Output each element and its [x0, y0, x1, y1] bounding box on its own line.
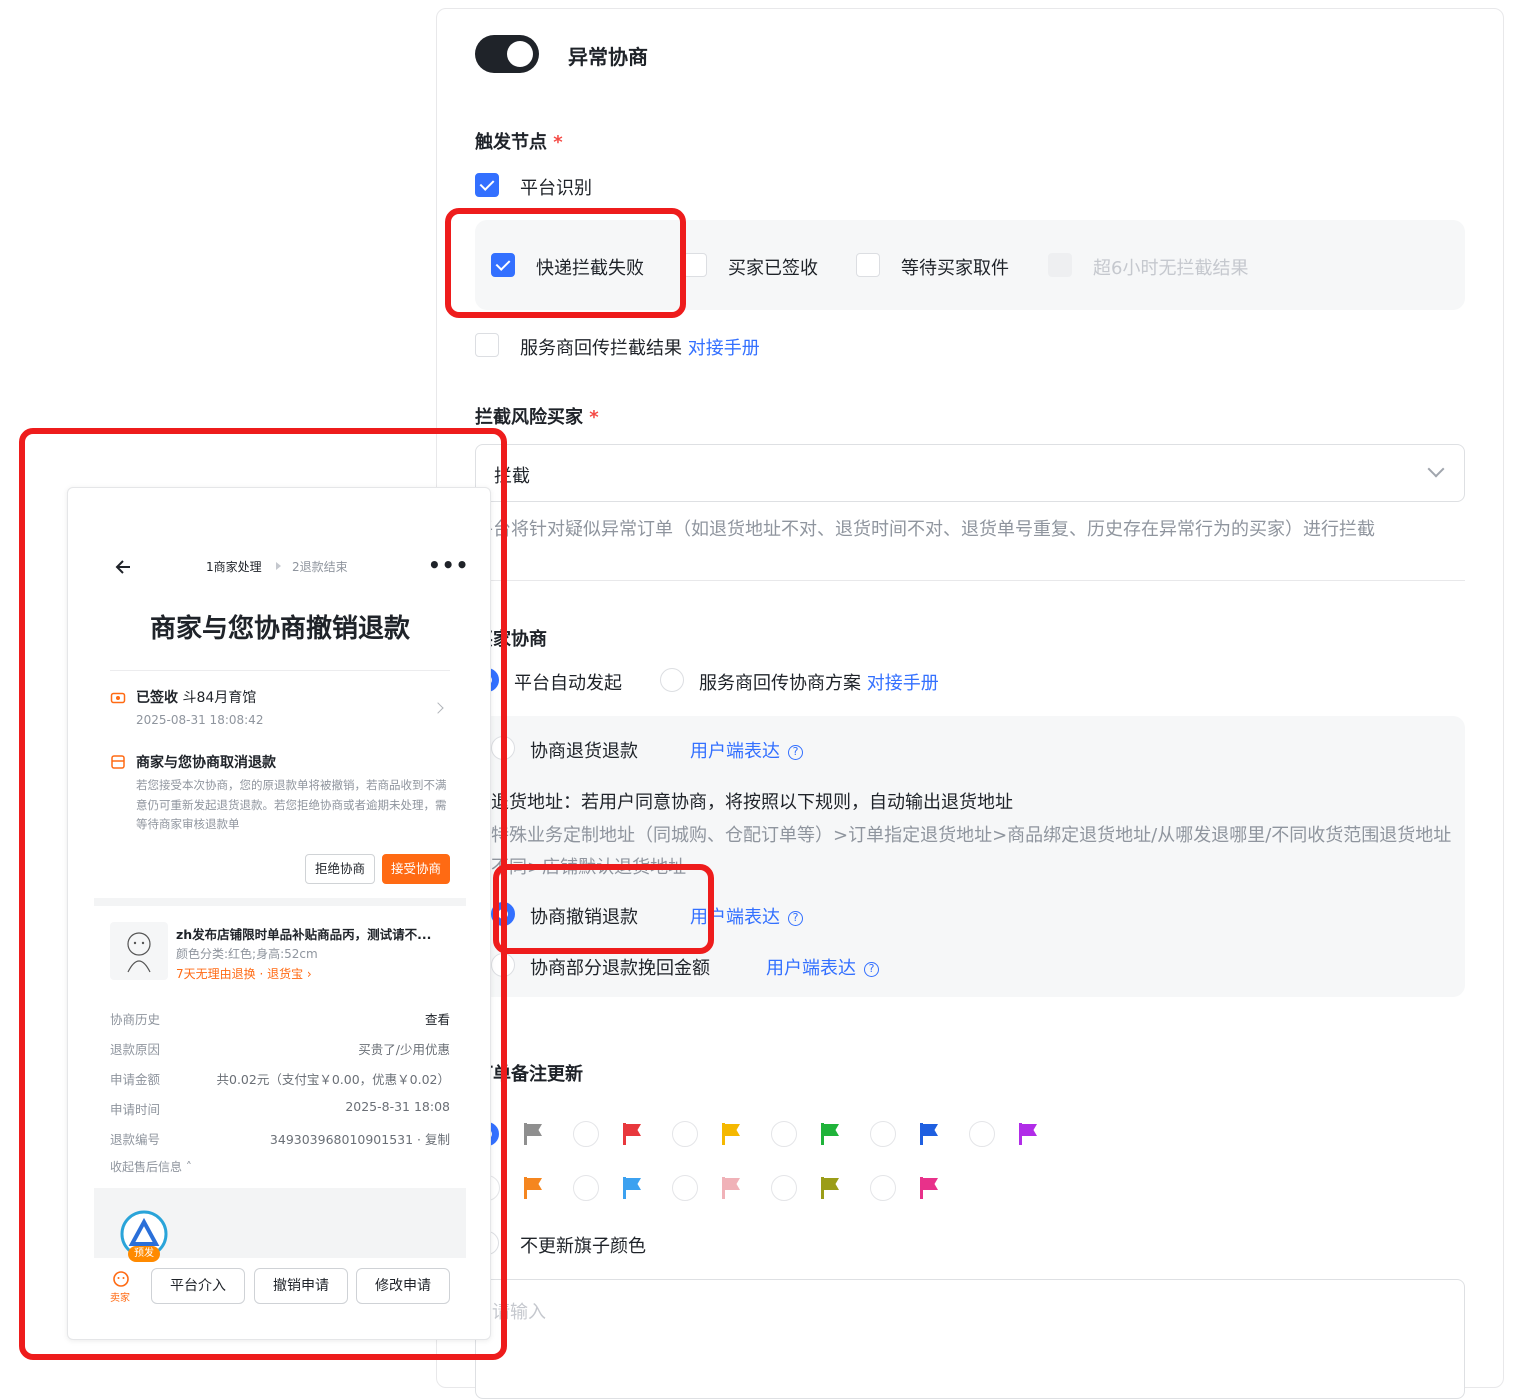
radio-auto-label: 平台自动发起: [514, 673, 622, 694]
option-checkbox-3[interactable]: [856, 253, 880, 277]
anomaly-toggle[interactable]: [475, 35, 539, 73]
flag-pink-icon: [720, 1176, 742, 1200]
partial-refund-label: 协商部分退款挽回金额: [530, 958, 710, 979]
express-link-3[interactable]: 用户端表达?: [766, 954, 879, 980]
option-label-3: 等待买家取件: [901, 258, 1009, 279]
radio-service-label: 服务商回传协商方案 对接手册: [699, 673, 939, 694]
help-icon: ?: [788, 911, 803, 926]
flag-blue-icon: [918, 1122, 940, 1146]
risk-label: 拦截风险买家 *: [475, 407, 599, 428]
express-link-1[interactable]: 用户端表达?: [690, 737, 803, 763]
flag-radio-blue[interactable]: [870, 1121, 896, 1147]
address-title: 退货地址：若用户同意协商，将按照以下规则，自动输出退货地址: [491, 792, 1013, 813]
flag-radio-magenta[interactable]: [870, 1175, 896, 1201]
highlight-box-express-failed: [445, 208, 686, 318]
risk-select[interactable]: 拦截: [475, 444, 1465, 502]
service-label: 服务商回传拦截结果 对接手册: [520, 338, 760, 359]
flag-radio-yellow[interactable]: [672, 1121, 698, 1147]
remark-textarea[interactable]: 请输入: [475, 1279, 1465, 1399]
platform-checkbox[interactable]: [475, 173, 499, 197]
flag-radio-red[interactable]: [573, 1121, 599, 1147]
toggle-knob: [507, 41, 533, 67]
trigger-label: 触发节点 *: [475, 132, 563, 153]
risk-hint: 平台将针对疑似异常订单（如退货地址不对、退货时间不对、退货单号重复、历史存在异常…: [475, 519, 1375, 540]
flag-radio-olive[interactable]: [771, 1175, 797, 1201]
flag-radio-purple[interactable]: [969, 1121, 995, 1147]
no-update-label: 不更新旗子颜色: [520, 1236, 646, 1257]
service-checkbox[interactable]: [475, 333, 499, 357]
flag-olive-icon: [819, 1176, 841, 1200]
flag-radio-green[interactable]: [771, 1121, 797, 1147]
flag-green-icon: [819, 1122, 841, 1146]
flag-magenta-icon: [918, 1176, 940, 1200]
highlight-box-cancel-refund: [493, 864, 714, 954]
flag-gray-icon: [522, 1122, 544, 1146]
platform-label: 平台识别: [520, 178, 592, 199]
option-checkbox-2[interactable]: [683, 253, 707, 277]
flag-red-icon: [621, 1122, 643, 1146]
return-refund-label: 协商退货退款: [530, 741, 638, 762]
flag-radio-pink[interactable]: [672, 1175, 698, 1201]
flag-lightblue-icon: [621, 1176, 643, 1200]
flag-purple-icon: [1017, 1122, 1039, 1146]
chevron-down-icon: [1427, 460, 1445, 478]
divider: [475, 580, 1465, 581]
help-icon: ?: [788, 745, 803, 760]
highlight-box-phone: [19, 428, 507, 1360]
negotiate-manual-link[interactable]: 对接手册: [867, 673, 939, 694]
flag-yellow-icon: [720, 1122, 742, 1146]
help-icon: ?: [864, 962, 879, 977]
flag-radio-lightblue[interactable]: [573, 1175, 599, 1201]
flag-orange-icon: [522, 1176, 544, 1200]
radio-service[interactable]: [660, 668, 684, 692]
section-title: 异常协商: [568, 45, 648, 69]
option-checkbox-4[interactable]: [1048, 253, 1072, 277]
service-manual-link[interactable]: 对接手册: [688, 338, 760, 359]
option-label-2: 买家已签收: [728, 258, 818, 279]
option-label-4: 超6小时无拦截结果: [1093, 258, 1249, 279]
